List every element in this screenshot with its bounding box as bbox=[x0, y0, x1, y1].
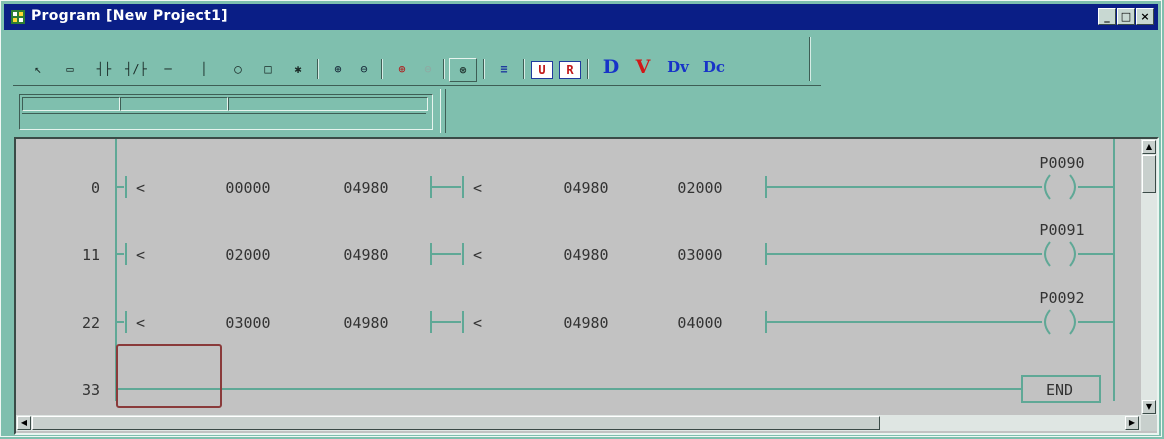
toolbar: ↖ ▭ ┤├ ┤/├ ─ │ ◯ □ ✱ ⊕ ⊖ ⊕ ⊖ ⊛ ≡ U R D V… bbox=[13, 37, 821, 87]
compare-operand: 04980 bbox=[563, 314, 608, 332]
toolbar-end-border bbox=[809, 37, 810, 81]
coil-address: P0090 bbox=[1039, 154, 1084, 172]
compare-operand: 04980 bbox=[563, 179, 608, 197]
toolbar-separator bbox=[483, 59, 484, 79]
compare-operator: < bbox=[473, 314, 482, 332]
compare-operand: 04980 bbox=[343, 179, 388, 197]
toolbar-separator bbox=[587, 59, 588, 79]
compare-operator: < bbox=[136, 314, 145, 332]
end-label: END bbox=[1046, 381, 1073, 399]
coil-address: P0092 bbox=[1039, 289, 1084, 307]
maximize-button[interactable]: □ bbox=[1117, 8, 1135, 25]
function-block-icon[interactable]: □ bbox=[257, 61, 279, 77]
ladder-editor[interactable]: 0 <00000 04980 <04980 02000 P0090 11 <02000 0498… bbox=[14, 137, 1159, 435]
zoom-in-red-icon[interactable]: ⊕ bbox=[393, 61, 411, 77]
coil-right-arc bbox=[1069, 309, 1076, 335]
select-arrow-icon[interactable]: ↖ bbox=[31, 61, 45, 77]
device-dv-icon[interactable]: Dv bbox=[663, 58, 693, 76]
tab-1[interactable] bbox=[22, 97, 120, 111]
device-d-icon[interactable]: D bbox=[599, 58, 623, 77]
program-app-icon bbox=[11, 10, 25, 24]
horizontal-scroll-thumb[interactable] bbox=[32, 416, 880, 430]
scroll-up-button[interactable]: ▲ bbox=[1142, 140, 1156, 154]
close-button[interactable]: × bbox=[1136, 8, 1154, 25]
coil-left-arc bbox=[1044, 241, 1051, 267]
rectangle-select-icon[interactable]: ▭ bbox=[61, 61, 79, 77]
zoom-out-disabled-icon: ⊖ bbox=[424, 62, 432, 76]
tab-strip bbox=[19, 94, 433, 130]
toolbar-bottom-border bbox=[13, 85, 821, 86]
zoom-in-icon[interactable]: ⊕ bbox=[329, 61, 347, 77]
compare-operator: < bbox=[136, 246, 145, 264]
compare-operand: 04980 bbox=[563, 246, 608, 264]
ladder-diagram[interactable]: 0 <00000 04980 <04980 02000 P0090 11 <02000 0498… bbox=[16, 139, 1142, 409]
minimize-button[interactable]: _ bbox=[1098, 8, 1116, 25]
horizontal-line-icon[interactable]: ─ bbox=[159, 61, 177, 77]
zoom-fit-icon[interactable]: ⊛ bbox=[449, 58, 477, 82]
toolbar-separator bbox=[381, 59, 382, 79]
compare-operand: 04980 bbox=[343, 314, 388, 332]
step-number: 0 bbox=[91, 179, 100, 197]
horizontal-scrollbar[interactable]: ◀ ▶ bbox=[16, 415, 1141, 431]
reset-icon[interactable]: R bbox=[559, 61, 581, 79]
coil-right-arc bbox=[1069, 241, 1076, 267]
compare-operand: 03000 bbox=[225, 314, 270, 332]
scroll-down-button[interactable]: ▼ bbox=[1142, 400, 1156, 414]
device-v-icon[interactable]: V bbox=[631, 58, 655, 77]
step-number: 33 bbox=[82, 381, 100, 399]
step-number: 11 bbox=[82, 246, 100, 264]
program-window: Program [New Project1] _ □ × ↖ ▭ ┤├ ┤/├ … bbox=[0, 0, 1162, 437]
normally-open-contact-icon[interactable]: ┤├ bbox=[93, 61, 115, 77]
step-number: 22 bbox=[82, 314, 100, 332]
compare-operator: < bbox=[473, 179, 482, 197]
toolbar-separator bbox=[317, 59, 318, 79]
scroll-left-button[interactable]: ◀ bbox=[17, 416, 31, 430]
compare-operand: 04980 bbox=[343, 246, 388, 264]
compare-operand: 02000 bbox=[225, 246, 270, 264]
compare-operand: 02000 bbox=[677, 179, 722, 197]
vertical-line-icon[interactable]: │ bbox=[199, 61, 209, 77]
zoom-out-icon[interactable]: ⊖ bbox=[355, 61, 373, 77]
window-title: Program [New Project1] bbox=[31, 8, 228, 24]
coil-left-arc bbox=[1044, 309, 1051, 335]
compare-operand: 00000 bbox=[225, 179, 270, 197]
coil-address: P0091 bbox=[1039, 221, 1084, 239]
vertical-scroll-thumb[interactable] bbox=[1142, 155, 1156, 193]
toolbar-separator bbox=[443, 59, 444, 79]
coil-icon[interactable]: ◯ bbox=[227, 61, 249, 77]
vertical-scrollbar[interactable]: ▲ ▼ bbox=[1141, 139, 1157, 415]
title-bar[interactable]: Program [New Project1] _ □ × bbox=[4, 4, 1158, 30]
compare-operator: < bbox=[473, 246, 482, 264]
size-grip[interactable] bbox=[1141, 415, 1157, 431]
tab-3[interactable] bbox=[228, 97, 428, 111]
compare-operand: 04000 bbox=[677, 314, 722, 332]
tab-strip-line bbox=[22, 113, 426, 114]
scroll-right-button[interactable]: ▶ bbox=[1125, 416, 1139, 430]
coil-left-arc bbox=[1044, 174, 1051, 200]
upload-icon[interactable]: U bbox=[531, 61, 553, 79]
invert-icon[interactable]: ✱ bbox=[289, 61, 307, 77]
pane-splitter[interactable] bbox=[440, 89, 446, 133]
comment-icon[interactable]: ≡ bbox=[493, 61, 515, 77]
compare-operand: 03000 bbox=[677, 246, 722, 264]
normally-closed-contact-icon[interactable]: ┤/├ bbox=[123, 61, 149, 77]
edit-cursor bbox=[116, 344, 222, 408]
compare-operator: < bbox=[136, 179, 145, 197]
coil-right-arc bbox=[1069, 174, 1076, 200]
tab-2[interactable] bbox=[120, 97, 228, 111]
device-dc-icon[interactable]: Dc bbox=[699, 58, 729, 76]
toolbar-separator bbox=[523, 59, 524, 79]
